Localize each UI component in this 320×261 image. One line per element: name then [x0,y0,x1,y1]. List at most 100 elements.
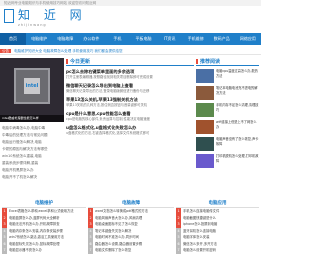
article-headline[interactable]: pc怎么去除右键菜单里面的多余选项 [66,68,194,75]
list-item-text[interactable]: iphone怎么投屏到电脑 [183,222,217,226]
logo-subtitle: zhijinwang [18,23,47,27]
logo-title: 知 近 网 [18,8,87,22]
recommend-title-text: 推荐阅读 [200,59,221,65]
list-item-text[interactable]: 电脑无法开机怎么办,开机故障排查 [9,222,60,226]
recommend-thumbnail[interactable] [196,86,214,100]
list-item-text[interactable]: 路由器怎么设置,路由器设置步骤 [95,242,142,246]
side-line[interactable]: 电脑运行慢怎么解决,电脑 [2,139,64,146]
nav-item-0[interactable]: 首页 [0,33,27,45]
chip-label: intel [24,78,40,94]
list-item-text[interactable]: 电脑文件删除了怎么恢复 [95,248,131,252]
list-item[interactable]: 7 电脑文件删除了怎么恢复 [88,247,174,254]
article-summary: 苹果13关机的几种方法,按住侧边按钮与音量键即可关机 [66,103,148,107]
accent-bar [66,59,68,64]
list-item[interactable]: 7 电脑显示器不亮怎么办 [2,247,86,254]
list-item-text[interactable]: 电脑字体怎么安装 [183,235,209,239]
accent-bar [196,59,198,64]
nav-item-7[interactable]: 手机维修 [183,33,209,45]
recommend-item-text[interactable]: 打印机脱机怎么处理,打印机故障 [214,154,259,168]
banner-caption[interactable]: intel酷睿处理器性能怎么样 [0,115,64,122]
side-article-list: 电脑中病毒怎么办,电脑中毒 中毒后的处理方法与常见问题 电脑运行慢怎么解决,电脑 卡顿… [2,125,64,181]
rank-number: 7 [88,247,93,254]
main-nav: 首页 电脑维护 电脑故障 办公软件 手机 平板电脑 IT资讯 手机维修 数码产品 网络应用 [0,33,261,45]
recommend-thumbnail[interactable] [196,137,214,151]
list-item-text[interactable]: 笔记本键盘失灵怎么解决 [95,229,131,233]
list-item-text[interactable]: 电脑蓝屏怎么办,蓝屏代码大全解析 [9,216,60,220]
side-line[interactable]: 电脑开不了机怎么解决 [2,174,64,181]
side-line[interactable]: win10系统怎么重装,电脑 [2,153,64,160]
today-updates: 今日更新 pc怎么去除右键菜单里面的多余选项 打开注册表编辑器,按照路径找到相关项… [66,58,194,136]
bottom-left-title: 电脑维护 [2,200,86,208]
list-item-text[interactable]: 电脑内存条怎么安装,内存条安装步骤 [9,229,63,233]
notice-bar: 公告 电脑维护知识大全 电脑故障怎么处理 手机使用技巧 我们都会提供给您 [0,47,261,55]
article-summary: cpu是电脑的核心部件,负责运算与控制,性能决定电脑速度 [66,117,150,121]
banner-slide[interactable]: intel intel酷睿处理器性能怎么样 [0,58,64,122]
nav-item-4[interactable]: 手机 [104,33,130,45]
recommend-item[interactable]: 手机内存不足怎么清理,清理技巧 [196,103,259,117]
recommend-item-text[interactable]: 电脑声音没有了怎么恢复,声卡故障 [214,137,259,151]
nav-item-3[interactable]: 办公软件 [78,33,104,45]
recommend-item[interactable]: 电脑声音没有了怎么恢复,声卡故障 [196,137,259,151]
nav-item-5[interactable]: 平板电脑 [130,33,156,45]
article-summary: 微信聊天记录导出的方法,登录电脑版微信进行备份与迁移 [66,89,150,93]
list-item-text[interactable]: 电脑显示器不亮怎么办 [9,248,42,252]
article-headline[interactable]: 苹果13怎么关机,苹果13强制关机方法 [66,96,194,103]
recommend-item[interactable]: 打印机脱机怎么处理,打印机故障 [196,154,259,168]
recommend-thumbnail[interactable] [196,69,214,83]
rank-number: 7 [176,247,181,254]
list-item-text[interactable]: 手机怎么连接电脑传文件 [183,209,219,213]
bottom-section-middle: 电脑故障 1 word文档怎么转换成pdf格式的方法 2 电脑风扇声音大怎么办,风扇清… [88,200,174,260]
list-item-text[interactable]: 蓝牙耳机怎么连接电脑 [183,229,216,233]
list-item[interactable]: 7 电脑怎么设置开机密码 [176,247,259,254]
list-item-text[interactable]: Excel表格怎么求和,excel求和公式使用方法 [9,209,74,213]
article-summary: 打开注册表编辑器,按照路径找到相关项目删除即可完成设置 [66,75,153,79]
list-item-text[interactable]: 微信怎么多开,多开方法 [183,242,217,246]
side-line[interactable]: 电脑开机黑屏怎么办 [2,167,64,174]
rank-number: 7 [2,247,7,254]
side-line[interactable]: 重装系统步骤详解,重装 [2,160,64,167]
list-item-text[interactable]: 电脑截图快捷键是什么 [183,216,216,220]
article-summary: u盘格式化的方法,右键选择格式化,选择文件系统格式即可 [66,131,150,135]
top-info-bar: 知近网专业电脑知识与手机使用技巧网站 欢迎您访问知近网 [0,0,261,6]
recommend-thumbnail[interactable] [196,103,214,117]
today-title-text: 今日更新 [70,59,91,65]
list-item[interactable]: 1 Excel表格怎么求和,excel求和公式使用方法 [2,208,86,215]
side-line[interactable]: 卡顿的原因与解决方法有哪些 [2,146,64,153]
recommend-item[interactable]: 笔记本电脑电池充不进电的解决方法 [196,86,259,100]
cpu-chip-image: intel [14,68,50,104]
nav-item-9[interactable]: 网络应用 [235,33,261,45]
recommend-item-text[interactable]: 手机内存不足怎么清理,清理技巧 [214,103,259,117]
nav-item-2[interactable]: 电脑故障 [52,33,78,45]
article-headline[interactable]: cpu是什么意思,cpu性能怎么查看 [66,110,194,117]
today-title: 今日更新 [66,58,194,66]
recommend-section: 推荐阅读 电脑cpu温度过高怎么办,散热方法 笔记本电脑电池充不进电的解决方法 手机… [196,58,259,168]
recommend-thumbnail[interactable] [196,120,214,134]
list-item-text[interactable]: win7系统怎么激活,激活工具使用方法 [9,235,64,239]
recommend-item-text[interactable]: 笔记本电脑电池充不进电的解决方法 [214,86,259,100]
nav-item-8[interactable]: 数码产品 [209,33,235,45]
recommend-thumbnail[interactable] [196,154,214,168]
bottom-section-left: 电脑维护 1 Excel表格怎么求和,excel求和公式使用方法 2 电脑蓝屏怎么办,… [2,200,86,260]
nav-item-1[interactable]: 电脑维护 [26,33,52,45]
recommend-item-text[interactable]: 电脑cpu温度过高怎么办,散热方法 [214,69,259,83]
list-item-text[interactable]: 电脑时间不准怎么办,同步时间 [95,235,139,239]
side-line[interactable]: 电脑中病毒怎么办,电脑中毒 [2,125,64,132]
article-headline[interactable]: u盘怎么格式化,u盘格式化失败怎么办 [66,124,194,131]
list-item-text[interactable]: 电脑鼠标失灵怎么办,鼠标故障处理 [9,242,60,246]
list-item-text[interactable]: 电脑怎么设置开机密码 [183,248,216,252]
recommend-item[interactable]: wifi连接上但是上不了网怎么办 [196,120,259,134]
notice-text[interactable]: 电脑维护知识大全 电脑故障怎么处理 手机使用技巧 我们都会提供给您 [12,49,122,53]
list-item-text[interactable]: word文档怎么转换成pdf格式的方法 [95,209,148,213]
list-item-text[interactable]: 电脑桌面图标不见了怎么恢复 [95,222,138,226]
list-item-text[interactable]: 电脑风扇声音大怎么办,风扇清理 [95,216,142,220]
recommend-title: 推荐阅读 [196,58,259,66]
bottom-section-right: 电脑应用 1 手机怎么连接电脑传文件 2 电脑截图快捷键是什么 3 iphone怎么投屏到… [176,200,259,260]
recommend-item[interactable]: 电脑cpu温度过高怎么办,散热方法 [196,69,259,83]
notice-label: 公告 [0,49,11,53]
site-logo[interactable]: 知 近 网 zhijinwang [4,7,84,31]
bottom-right-title: 电脑应用 [176,200,259,208]
article-headline[interactable]: 微信聊天记录怎么导出到电脑上查看 [66,82,194,89]
recommend-item-text[interactable]: wifi连接上但是上不了网怎么办 [214,120,259,134]
nav-item-6[interactable]: IT资讯 [157,33,183,45]
side-line[interactable]: 中毒后的处理方法与常见问题 [2,132,64,139]
